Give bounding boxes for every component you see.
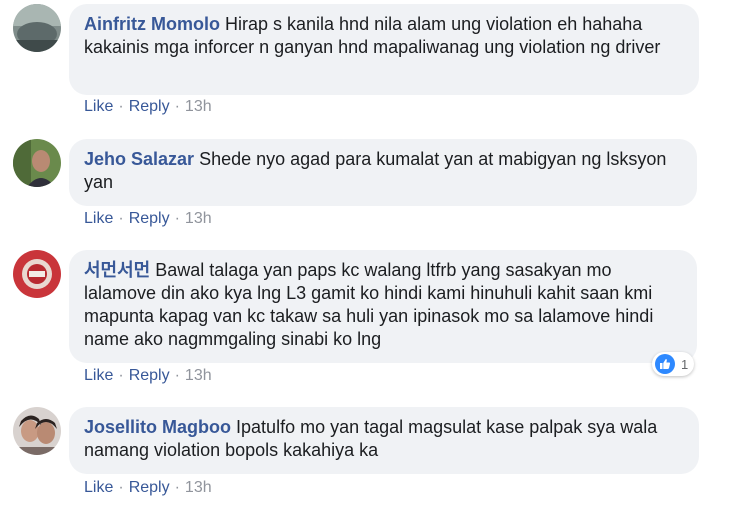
timestamp[interactable]: 13h [185, 479, 212, 496]
separator: · [118, 367, 124, 384]
reply-link[interactable]: Reply [129, 479, 170, 496]
thumbs-up-icon [655, 354, 675, 374]
timestamp[interactable]: 13h [185, 98, 212, 115]
timestamp[interactable]: 13h [185, 367, 212, 384]
avatar[interactable] [13, 139, 61, 187]
comment-author[interactable]: Jeho Salazar [84, 149, 194, 169]
reply-link[interactable]: Reply [129, 210, 170, 227]
separator: · [174, 98, 180, 115]
like-link[interactable]: Like [84, 98, 113, 115]
comment-actions: Like · Reply · 13h [84, 98, 212, 116]
avatar[interactable] [13, 407, 61, 455]
comment-actions: Like · Reply · 13h [84, 210, 212, 228]
comment-bubble: Ainfritz Momolo Hirap s kanila hnd nila … [69, 4, 699, 95]
comment-author[interactable]: Ainfritz Momolo [84, 14, 220, 34]
reply-link[interactable]: Reply [129, 367, 170, 384]
separator: · [174, 479, 180, 496]
comment-actions: Like · Reply · 13h [84, 367, 212, 385]
comment-author[interactable]: 서먼서먼 [84, 260, 150, 280]
comment-actions: Like · Reply · 13h [84, 479, 212, 497]
reaction-count: 1 [681, 356, 689, 372]
timestamp[interactable]: 13h [185, 210, 212, 227]
like-link[interactable]: Like [84, 479, 113, 496]
separator: · [174, 367, 180, 384]
like-link[interactable]: Like [84, 210, 113, 227]
reply-link[interactable]: Reply [129, 98, 170, 115]
comment-bubble: Jeho Salazar Shede nyo agad para kumalat… [69, 139, 697, 206]
separator: · [118, 210, 124, 227]
separator: · [174, 210, 180, 227]
avatar[interactable] [13, 4, 61, 52]
comment-author[interactable]: Josellito Magboo [84, 417, 231, 437]
avatar[interactable] [13, 250, 61, 298]
separator: · [118, 98, 124, 115]
comment-bubble: 서먼서먼 Bawal talaga yan paps kc walang ltf… [69, 250, 697, 363]
like-link[interactable]: Like [84, 367, 113, 384]
reaction-count-badge[interactable]: 1 [652, 352, 695, 376]
separator: · [118, 479, 124, 496]
comment-bubble: Josellito Magboo Ipatulfo mo yan tagal m… [69, 407, 699, 474]
comment-text: Bawal talaga yan paps kc walang ltfrb ya… [84, 260, 654, 349]
